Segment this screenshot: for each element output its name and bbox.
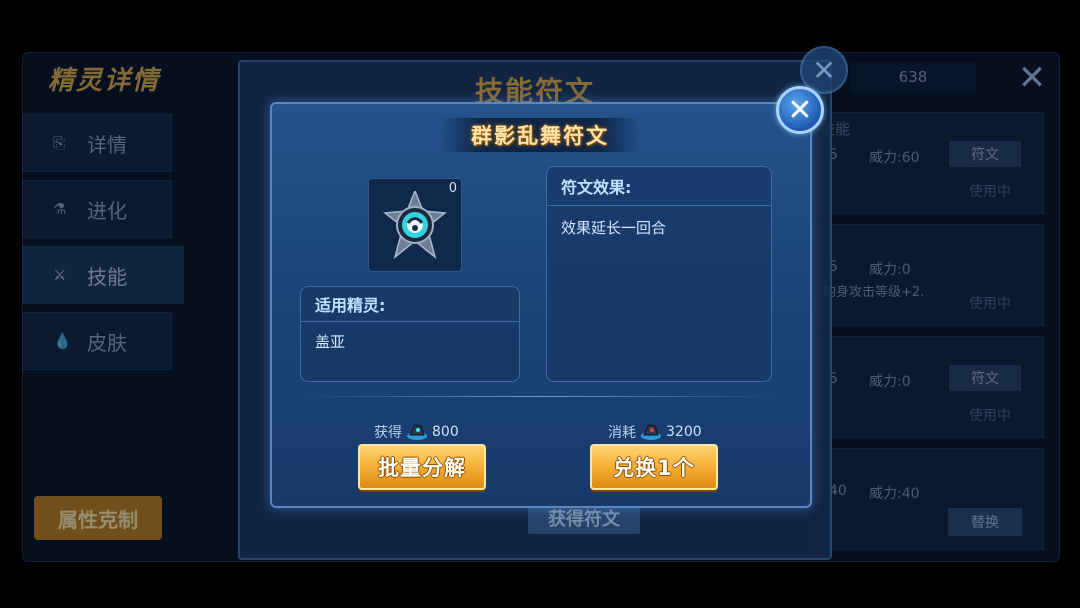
applicable-pet-panel: 适用精灵: 盖亚 xyxy=(300,286,520,382)
dialog-title-bar: 群影乱舞符文 xyxy=(440,118,640,152)
skill-description: 的身攻击等级+2. xyxy=(823,285,925,300)
document-icon: ⎘ xyxy=(53,134,66,152)
skill-power: 威力:40 xyxy=(869,486,920,502)
rune-count: 0 xyxy=(448,181,457,196)
sword-icon: ⚔ xyxy=(53,266,67,284)
obtain-label: 获得 xyxy=(374,425,402,441)
attribute-counter-button[interactable]: 属性克制 xyxy=(34,496,162,540)
page-title: 精灵详情 xyxy=(48,66,161,96)
dialog-title: 群影乱舞符文 xyxy=(471,124,609,148)
obtain-amount: 获得 800 xyxy=(374,422,459,442)
rune-icon xyxy=(383,191,447,259)
sidebar-item-label: 详情 xyxy=(87,132,127,157)
currency-count: 638 xyxy=(850,62,976,92)
skill-power: 威力:60 xyxy=(869,150,920,166)
cost-amount: 消耗 3200 xyxy=(608,422,702,442)
sidebar-item-label: 皮肤 xyxy=(87,330,127,355)
sidebar-item-label: 进化 xyxy=(87,198,127,223)
rune-detail-dialog: 群影乱舞符文 0 适用精灵: 盖亚 符文效果: 效果延长一回合 获得 800 消… xyxy=(270,102,812,508)
rune-slot[interactable]: 0 xyxy=(368,178,462,272)
rune-shard-icon xyxy=(641,424,661,440)
batch-decompose-button[interactable]: 批量分解 xyxy=(358,444,486,490)
in-use-label: 使用中 xyxy=(969,184,1011,200)
skill-list: 5 威力:60 符文 使用中 5 威力:0 的身攻击等级+2. 使用中 5 威力… xyxy=(808,112,1044,560)
in-use-label: 使用中 xyxy=(969,296,1011,312)
skill-card[interactable]: 5 威力:0 符文 使用中 xyxy=(808,336,1044,438)
main-close-icon[interactable]: ✕ xyxy=(1014,60,1050,96)
applicable-pet-value: 盖亚 xyxy=(315,333,346,351)
skill-power: 威力:0 xyxy=(869,374,911,390)
rune-button[interactable]: 符文 xyxy=(949,141,1021,167)
rune-button[interactable]: 符文 xyxy=(949,365,1021,391)
exchange-button[interactable]: 兑换1个 xyxy=(590,444,718,490)
cost-label: 消耗 xyxy=(608,425,636,441)
skill-card[interactable]: 5 威力:60 符文 使用中 xyxy=(808,112,1044,214)
sidebar-item-details[interactable]: ⎘ 详情 xyxy=(22,114,172,172)
rune-effect-value: 效果延长一回合 xyxy=(561,219,667,237)
divider xyxy=(300,396,780,397)
cost-value: 3200 xyxy=(666,424,702,440)
skill-card[interactable]: 5 威力:0 的身攻击等级+2. 使用中 xyxy=(808,224,1044,326)
rune-effect-label: 符文效果: xyxy=(547,167,771,206)
close-icon[interactable]: ✕ xyxy=(776,86,824,134)
applicable-pet-label: 适用精灵: xyxy=(301,287,519,322)
drop-icon: 💧 xyxy=(53,332,72,350)
rune-effect-panel: 符文效果: 效果延长一回合 xyxy=(546,166,772,382)
sidebar-item-skills[interactable]: ⚔ 技能 xyxy=(22,246,184,304)
in-use-label: 使用中 xyxy=(969,408,1011,424)
sidebar-item-skins[interactable]: 💧 皮肤 xyxy=(22,312,172,370)
rune-shard-icon xyxy=(407,424,427,440)
obtain-value: 800 xyxy=(432,424,459,440)
sidebar: ⎘ 详情 ⚗ 进化 ⚔ 技能 💧 皮肤 xyxy=(22,114,184,378)
skill-power: 威力:0 xyxy=(869,262,911,278)
flask-icon: ⚗ xyxy=(53,200,67,218)
sidebar-item-evolve[interactable]: ⚗ 进化 xyxy=(22,180,172,238)
replace-button[interactable]: 替换 xyxy=(948,508,1022,536)
sidebar-item-label: 技能 xyxy=(87,264,127,289)
